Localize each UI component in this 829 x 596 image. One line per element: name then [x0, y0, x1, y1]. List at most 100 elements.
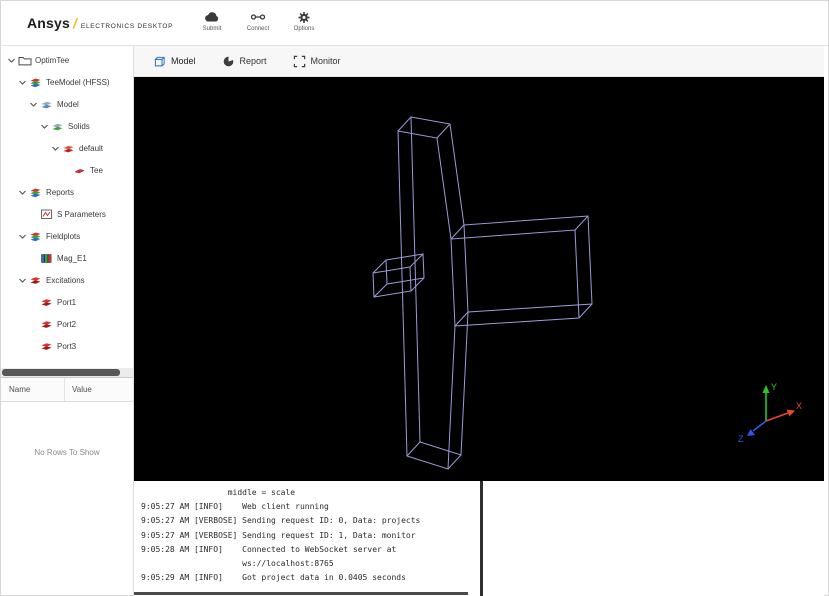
tab-label: Report [239, 56, 267, 66]
column-header-value[interactable]: Value [65, 378, 92, 401]
tree-item-teemodel-hfss[interactable]: TeeModel (HFSS) [1, 71, 133, 93]
console-log-pane: middle = scale 9:05:27 AM [INFO] Web cli… [134, 481, 480, 596]
tree-item-label: Reports [46, 187, 75, 197]
reports-icon [29, 187, 44, 198]
console-log-text: middle = scale 9:05:27 AM [INFO] Web cli… [141, 488, 421, 583]
tree-item-port3[interactable]: Port3 [1, 335, 133, 357]
port-icon [40, 341, 55, 352]
axis-x-label: X [796, 401, 802, 411]
tree-item-label: Port3 [57, 341, 77, 351]
console-horizontal-scrollbar[interactable] [134, 592, 468, 595]
tab-monitor[interactable]: Monitor [280, 46, 354, 76]
tree-item-solids[interactable]: Solids [1, 115, 133, 137]
tree-item-label: OptimTee [35, 55, 70, 65]
connect-button[interactable]: Connect [241, 10, 275, 32]
chevron-down-icon[interactable] [18, 78, 28, 87]
options-button[interactable]: Options [287, 10, 321, 32]
tab-label: Monitor [310, 56, 341, 66]
brand-name: Ansys [27, 15, 71, 31]
app-header: Ansys / ELECTRONICS DESKTOP Submit Connec… [1, 1, 828, 46]
console-panel: middle = scale 9:05:27 AM [INFO] Web cli… [134, 481, 824, 596]
properties-panel: Name Value No Rows To Show [1, 377, 133, 457]
tree-item-port1[interactable]: Port1 [1, 291, 133, 313]
model-icon [40, 99, 55, 110]
port-icon [40, 319, 55, 330]
tab-model[interactable]: Model [140, 46, 209, 76]
tree-item-label: Fieldplots [46, 231, 81, 241]
submit-button[interactable]: Submit [195, 10, 229, 32]
chevron-down-icon[interactable] [18, 276, 28, 285]
header-toolbar: Submit Connect Options [195, 10, 321, 32]
tree-item-s-parameters[interactable]: S Parameters [1, 203, 133, 225]
chevron-down-icon[interactable] [18, 188, 28, 197]
fieldplots-icon [29, 231, 44, 242]
tree-item-label: Excitations [46, 275, 85, 285]
view-tabs: Model Report Monitor [134, 46, 824, 77]
project-tree: OptimTee TeeModel (HFSS) Model Solids defaul… [1, 46, 133, 368]
tree-item-optimtee[interactable]: OptimTee [1, 49, 133, 71]
column-header-name[interactable]: Name [1, 378, 65, 401]
folder-icon [18, 55, 33, 66]
tree-item-model[interactable]: Model [1, 93, 133, 115]
tab-label: Model [171, 56, 196, 66]
app-window: Ansys / ELECTRONICS DESKTOP Submit Connec… [0, 0, 829, 596]
tree-item-label: Mag_E1 [57, 253, 87, 263]
tree-item-fieldplots[interactable]: Fieldplots [1, 225, 133, 247]
tree-item-label: Port1 [57, 297, 77, 307]
tree-item-label: Solids [68, 121, 90, 131]
material-icon [62, 143, 77, 154]
tree-item-label: S Parameters [57, 209, 106, 219]
tree-item-default[interactable]: default [1, 137, 133, 159]
properties-empty-message: No Rows To Show [34, 448, 100, 457]
sparams-icon [40, 209, 55, 220]
toolbar-button-label: Options [293, 26, 315, 32]
part-icon [73, 165, 88, 176]
tree-item-excitations[interactable]: Excitations [1, 269, 133, 291]
gear-icon [297, 10, 311, 24]
tree-item-mag-e1[interactable]: Mag_E1 [1, 247, 133, 269]
cloud-icon [204, 10, 220, 24]
brand-slash-icon: / [73, 15, 77, 31]
chevron-down-icon[interactable] [40, 122, 50, 131]
fieldplot-icon [40, 253, 55, 264]
chevron-down-icon[interactable] [29, 100, 39, 109]
tree-horizontal-scrollbar[interactable] [1, 368, 133, 377]
solids-icon [51, 121, 66, 132]
monitor-tab-icon [293, 55, 306, 68]
tree-item-label: TeeModel (HFSS) [46, 77, 110, 87]
tree-item-label: default [79, 143, 104, 153]
hfss-icon [29, 77, 44, 88]
chevron-down-icon[interactable] [51, 144, 61, 153]
tree-item-label: Tee [90, 165, 103, 175]
connect-icon [250, 10, 266, 24]
3d-viewport[interactable]: Y X Z [134, 77, 824, 481]
tree-item-reports[interactable]: Reports [1, 181, 133, 203]
tree-item-label: Port2 [57, 319, 77, 329]
chevron-down-icon[interactable] [7, 56, 17, 65]
orientation-axes-triad[interactable]: Y X Z [732, 375, 804, 447]
tab-report[interactable]: Report [209, 46, 280, 76]
axis-z-label: Z [738, 434, 744, 444]
report-tab-icon [222, 55, 235, 68]
toolbar-button-label: Connect [246, 26, 270, 32]
tree-item-tee[interactable]: Tee [1, 159, 133, 181]
toolbar-button-label: Submit [202, 26, 222, 32]
chevron-down-icon[interactable] [18, 232, 28, 241]
port-icon [40, 297, 55, 308]
tree-item-label: Model [57, 99, 79, 109]
model-tab-icon [153, 55, 166, 68]
project-tree-panel: OptimTee TeeModel (HFSS) Model Solids defaul… [1, 46, 134, 595]
tree-item-port2[interactable]: Port2 [1, 313, 133, 335]
scrollbar-thumb[interactable] [2, 369, 120, 376]
properties-header: Name Value [1, 378, 133, 402]
console-secondary-pane [483, 481, 824, 596]
axis-y-label: Y [771, 382, 777, 392]
tee-wireframe-model [372, 116, 593, 470]
excitations-icon [29, 275, 44, 286]
